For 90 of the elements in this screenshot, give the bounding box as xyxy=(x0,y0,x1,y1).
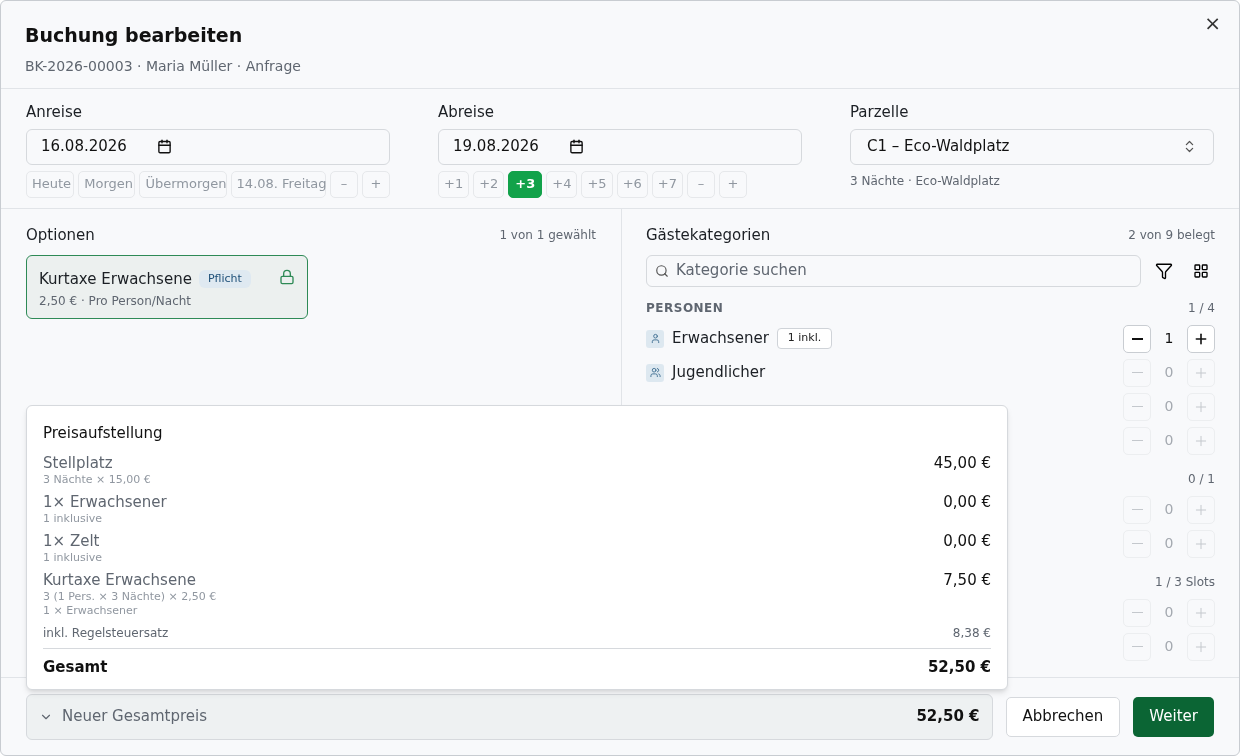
field-label: Abreise xyxy=(438,102,496,123)
count-value: 0 xyxy=(1163,603,1175,622)
price-line-label: Stellplatz xyxy=(43,453,114,473)
price-line-amount: 7,50 € xyxy=(943,570,991,590)
quick-date-chip[interactable]: +7 xyxy=(651,170,683,198)
quick-date-chip[interactable]: +1 xyxy=(438,170,470,198)
option-card[interactable]: Kurtaxe Erwachsene Pflicht 2,50 € · Pro Person/Nacht xyxy=(26,254,308,319)
minus-icon xyxy=(1131,509,1143,510)
count-value: 0 xyxy=(1163,534,1175,553)
quick-date-chip[interactable]: +6 xyxy=(616,170,648,198)
price-line-detail: 3 Nächte × 15,00 € xyxy=(43,472,151,487)
price-line-label: Kurtaxe Erwachsene xyxy=(43,570,197,590)
count-value: 0 xyxy=(1163,637,1175,656)
price-line-amount: 0,00 € xyxy=(943,531,991,551)
search-input[interactable]: Kategorie suchen xyxy=(676,259,1132,282)
minus-icon xyxy=(1131,406,1143,407)
minus-icon xyxy=(1131,372,1143,373)
people-icon xyxy=(646,363,664,382)
increment-button[interactable] xyxy=(1187,324,1215,353)
section-title: Gästekategorien xyxy=(646,225,771,246)
summary-label: Neuer Gesamtpreis xyxy=(62,706,208,728)
included-badge: 1 inkl. xyxy=(776,328,833,349)
person-icon xyxy=(646,329,664,348)
decrement-button[interactable] xyxy=(1123,324,1151,353)
pitch-hint: 3 Nächte · Eco-Waldplatz xyxy=(850,172,1001,190)
quick-date-chip[interactable]: +4 xyxy=(546,170,578,198)
group-count: 0 / 1 xyxy=(1188,470,1215,488)
grid-icon[interactable] xyxy=(1193,262,1209,279)
search-icon xyxy=(655,263,669,278)
minus-icon xyxy=(1131,646,1143,647)
count-value: 0 xyxy=(1163,431,1175,450)
quick-date-chip[interactable]: – xyxy=(330,170,358,198)
date-field[interactable]: 19.08.2026 xyxy=(438,128,802,165)
quick-date-chip[interactable]: – xyxy=(687,170,715,198)
required-badge: Pflicht xyxy=(198,269,251,288)
price-line-detail: 1 inklusive xyxy=(43,550,102,565)
group-title: PERSONEN xyxy=(646,299,724,317)
pitch-select[interactable]: C1 – Eco-Waldplatz xyxy=(850,128,1214,165)
price-line-amount: 45,00 € xyxy=(933,453,991,473)
minus-icon xyxy=(1131,440,1143,441)
option-detail: 2,50 € · Pro Person/Nacht xyxy=(39,293,193,310)
tax-amount: 8,38 € xyxy=(952,624,991,642)
category-name: Jugendlicher xyxy=(672,362,766,384)
tax-label: inkl. Regelsteuersatz xyxy=(43,624,169,642)
total-summary-bar[interactable]: Neuer Gesamtpreis 52,50 € xyxy=(26,693,993,740)
quick-date-chip[interactable]: Morgen xyxy=(78,170,136,198)
count-value: 0 xyxy=(1163,397,1175,416)
selection-count: 1 von 1 gewählt xyxy=(499,227,596,245)
price-line-detail: 1 inklusive xyxy=(43,511,103,526)
field-label: Parzelle xyxy=(850,102,910,123)
close-button[interactable]: × xyxy=(1204,13,1221,33)
quick-date-chip[interactable]: + xyxy=(719,170,747,198)
filter-icon[interactable] xyxy=(1155,261,1173,280)
total-label: Gesamt xyxy=(43,656,108,678)
quick-date-chip[interactable]: 14.08. Freitag xyxy=(230,170,326,198)
quick-date-chip[interactable]: +5 xyxy=(581,170,613,198)
price-line-detail: 1 × Erwachsener xyxy=(43,603,139,618)
dialog-subtitle: BK-2026-00003 · Maria Müller · Anfrage xyxy=(25,56,302,76)
minus-icon xyxy=(1131,612,1143,613)
minus-icon xyxy=(1131,543,1143,544)
quick-date-chip[interactable]: Heute xyxy=(26,170,75,198)
field-label: Anreise xyxy=(26,102,84,123)
count-value: 1 xyxy=(1163,329,1175,348)
search-field[interactable]: Kategorie suchen xyxy=(646,254,1141,287)
date-field[interactable]: 16.08.2026 xyxy=(26,128,390,165)
quick-date-chip[interactable]: +3 xyxy=(508,170,543,198)
calendar-icon[interactable] xyxy=(156,139,172,154)
continue-button[interactable]: Weiter xyxy=(1133,696,1214,737)
total-amount: 52,50 € xyxy=(927,656,991,678)
occupancy-count: 2 von 9 belegt xyxy=(1128,227,1215,245)
calendar-icon[interactable] xyxy=(568,139,584,154)
option-name: Kurtaxe Erwachsene xyxy=(39,268,192,290)
category-name: Erwachsener xyxy=(672,328,769,350)
price-line-detail: 3 (1 Pers. × 3 Nächte) × 2,50 € xyxy=(43,589,217,604)
dialog-title: Buchung bearbeiten xyxy=(25,23,243,48)
cancel-button[interactable]: Abbrechen xyxy=(1005,696,1121,737)
popover-title: Preisaufstellung xyxy=(43,423,164,444)
price-line-label: 1× Erwachsener xyxy=(43,492,167,512)
section-title: Optionen xyxy=(26,225,95,246)
quick-date-chip[interactable]: +2 xyxy=(473,170,505,198)
price-line-amount: 0,00 € xyxy=(943,492,991,512)
group-count: 1 / 3 Slots xyxy=(1155,573,1215,591)
count-value: 0 xyxy=(1163,363,1175,382)
minus-icon xyxy=(1131,337,1143,340)
group-count: 1 / 4 xyxy=(1188,299,1215,317)
count-value: 0 xyxy=(1163,500,1175,519)
quick-date-chip[interactable]: + xyxy=(362,170,390,198)
price-line-label: 1× Zelt xyxy=(43,531,101,551)
quick-date-chip[interactable]: Übermorgen xyxy=(139,170,227,198)
summary-amount: 52,50 € xyxy=(916,706,980,728)
